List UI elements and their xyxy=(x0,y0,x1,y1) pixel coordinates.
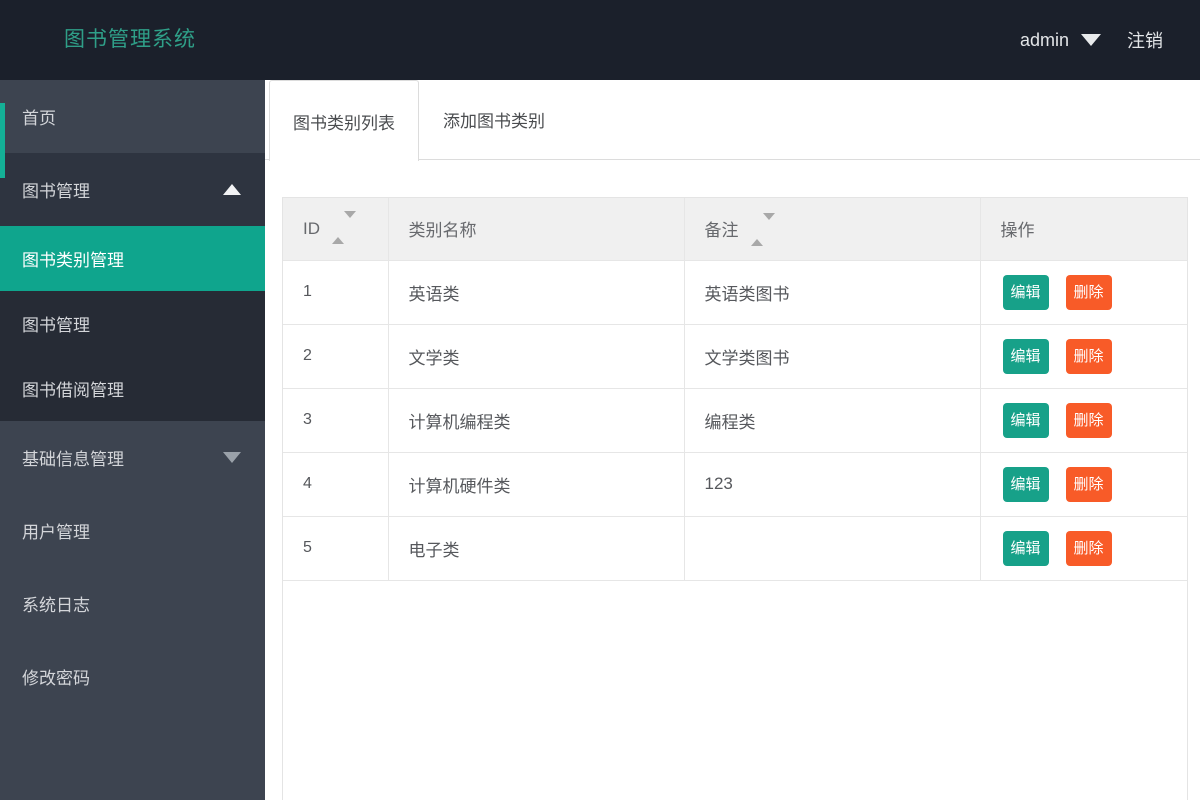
sidebar-item-7[interactable]: 系统日志 xyxy=(0,567,265,640)
cell-id: 5 xyxy=(283,515,389,581)
sidebar-item-label: 修改密码 xyxy=(22,669,90,688)
delete-button[interactable]: 删除 xyxy=(1065,402,1112,438)
table-row: 3 计算机编程类 编程类 编辑 删除 xyxy=(283,387,1187,453)
sort-down-arrow xyxy=(762,213,775,240)
cell-category-name: 电子类 xyxy=(387,515,685,581)
cell-category-name: 计算机硬件类 xyxy=(387,451,685,517)
sidebar-item-label: 用户管理 xyxy=(22,523,90,542)
sidebar-item-label: 首页 xyxy=(22,109,56,128)
edit-button[interactable]: 编辑 xyxy=(1002,402,1049,438)
user-dropdown[interactable]: admin xyxy=(1020,30,1101,51)
sidebar-item-label: 图书类别管理 xyxy=(22,251,124,270)
sidebar-menu: 首页 图书管理 图书类别管理 图书管理 图书借阅管理 基础信息管理 用户管理 系统日志 修改密码 xyxy=(0,80,265,713)
username-label: admin xyxy=(1019,29,1069,50)
cell-id: 2 xyxy=(283,323,389,389)
tab-label: 图书类别列表 xyxy=(293,113,395,133)
delete-button[interactable]: 删除 xyxy=(1065,466,1112,502)
sidebar-item-8[interactable]: 修改密码 xyxy=(0,640,265,713)
table-row: 4 计算机硬件类 123 编辑 删除 xyxy=(283,451,1187,517)
sidebar-item-5[interactable]: 基础信息管理 xyxy=(0,421,265,494)
top-header-bar: 图书管理系统 admin 注销 xyxy=(0,0,1200,80)
tab-0[interactable]: 图书类别列表 xyxy=(269,80,419,161)
cell-category-name: 文学类 xyxy=(387,323,685,389)
sort-icon[interactable] xyxy=(750,213,775,247)
table-row: 2 文学类 文学类图书 编辑 删除 xyxy=(283,323,1187,389)
sidebar-item-0[interactable]: 首页 xyxy=(0,80,265,153)
cell-category-name: 计算机编程类 xyxy=(387,387,685,453)
category-table: ID 类别名称 备注 操作 1 英语类 英语类图书 编辑 删除 2 文学类 文学类图书 编辑 删除 3 计算… xyxy=(283,198,1187,581)
chevron-down-icon xyxy=(1081,34,1101,46)
column-header-3: 操作 xyxy=(979,198,1187,261)
logout-link[interactable]: 注销 xyxy=(1127,27,1163,53)
sidebar-item-label: 基础信息管理 xyxy=(22,450,124,469)
cell-actions: 编辑 删除 xyxy=(979,323,1187,389)
cell-actions: 编辑 删除 xyxy=(979,515,1187,581)
sidebar-item-1[interactable]: 图书管理 xyxy=(0,153,265,226)
chevron-up-icon xyxy=(223,184,241,195)
column-label: 操作 xyxy=(1000,221,1035,241)
cell-remark: 编程类 xyxy=(683,387,981,453)
cell-remark: 123 xyxy=(683,451,981,517)
sidebar-item-2[interactable]: 图书类别管理 xyxy=(0,226,265,291)
tab-bar: 图书类别列表 添加图书类别 xyxy=(265,80,1200,161)
edit-button[interactable]: 编辑 xyxy=(1002,338,1049,374)
cell-actions: 编辑 删除 xyxy=(979,451,1187,517)
table-row: 5 电子类 编辑 删除 xyxy=(283,515,1187,581)
cell-category-name: 英语类 xyxy=(387,259,685,325)
edit-button[interactable]: 编辑 xyxy=(1002,530,1049,566)
tab-label: 添加图书类别 xyxy=(443,112,545,131)
delete-button[interactable]: 删除 xyxy=(1065,338,1112,374)
table-body: 1 英语类 英语类图书 编辑 删除 2 文学类 文学类图书 编辑 删除 3 计算机编程类 编程类 编辑 删除… xyxy=(283,259,1187,581)
sort-up-arrow xyxy=(332,217,344,244)
cell-id: 4 xyxy=(283,451,389,517)
sidebar: 首页 图书管理 图书类别管理 图书管理 图书借阅管理 基础信息管理 用户管理 系统日志 修改密码 xyxy=(0,80,265,800)
cell-remark xyxy=(683,515,981,581)
column-label: 类别名称 xyxy=(408,221,477,241)
cell-actions: 编辑 删除 xyxy=(979,259,1187,325)
sidebar-item-label: 图书管理 xyxy=(22,182,90,201)
cell-remark: 文学类图书 xyxy=(683,323,981,389)
delete-button[interactable]: 删除 xyxy=(1065,530,1112,566)
header-right-area: admin 注销 xyxy=(1020,0,1163,80)
table-header: ID 类别名称 备注 操作 xyxy=(283,198,1187,261)
table-panel: ID 类别名称 备注 操作 1 英语类 英语类图书 编辑 删除 2 文学类 文学类图书 编辑 删除 3 计算… xyxy=(282,197,1188,800)
column-label: ID xyxy=(303,218,320,238)
cell-id: 1 xyxy=(283,259,389,325)
sort-icon[interactable] xyxy=(332,210,356,244)
cell-id: 3 xyxy=(283,387,389,453)
sidebar-item-6[interactable]: 用户管理 xyxy=(0,494,265,567)
app-window: 图书管理系统 admin 注销 首页 图书管理 图书类别管理 图书管理 图书借阅管理 基础… xyxy=(0,0,1200,800)
app-title: 图书管理系统 xyxy=(64,28,196,51)
table-row: 1 英语类 英语类图书 编辑 删除 xyxy=(283,259,1187,325)
tab-1[interactable]: 添加图书类别 xyxy=(419,80,569,159)
edit-button[interactable]: 编辑 xyxy=(1002,466,1049,502)
sidebar-item-label: 图书借阅管理 xyxy=(22,381,124,400)
sidebar-item-3[interactable]: 图书管理 xyxy=(0,291,265,356)
sidebar-item-label: 图书管理 xyxy=(22,316,90,335)
column-header-2[interactable]: 备注 xyxy=(683,198,981,261)
column-header-1: 类别名称 xyxy=(387,198,685,261)
sidebar-item-label: 系统日志 xyxy=(22,596,90,615)
chevron-down-icon xyxy=(223,452,241,463)
main-content: 图书类别列表 添加图书类别 ID 类别名称 备注 操作 1 英语类 英语类图书 编辑 删除 2 文学… xyxy=(265,80,1200,800)
cell-remark: 英语类图书 xyxy=(683,259,981,325)
sidebar-scroll-thumb[interactable] xyxy=(0,103,5,178)
sort-up-arrow xyxy=(750,220,763,247)
delete-button[interactable]: 删除 xyxy=(1065,274,1112,310)
cell-actions: 编辑 删除 xyxy=(979,387,1187,453)
sort-down-arrow xyxy=(344,210,356,237)
column-header-0[interactable]: ID xyxy=(283,198,389,261)
edit-button[interactable]: 编辑 xyxy=(1002,274,1049,310)
column-label: 备注 xyxy=(704,221,739,241)
sidebar-item-4[interactable]: 图书借阅管理 xyxy=(0,356,265,421)
